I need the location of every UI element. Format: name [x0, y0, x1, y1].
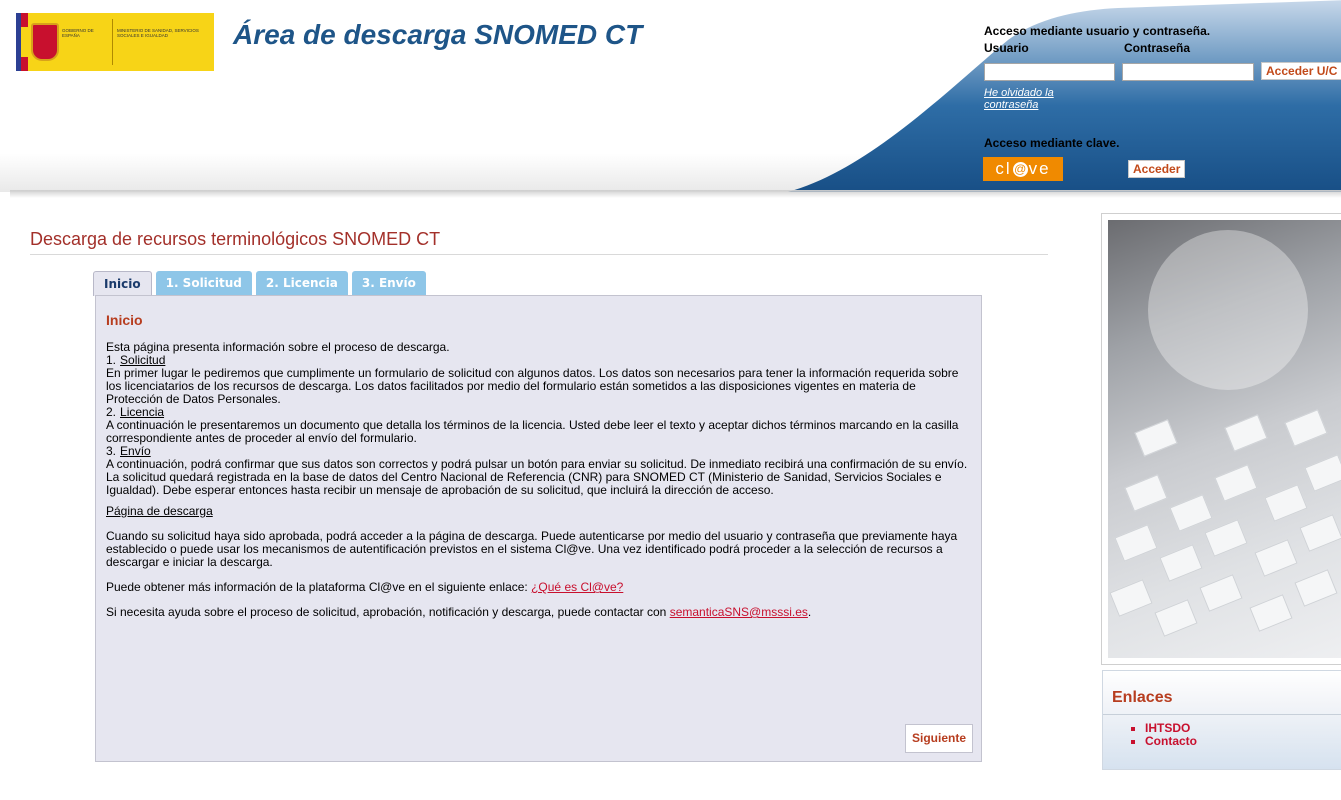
- tab-inicio[interactable]: Inicio: [93, 271, 152, 296]
- business-cards-image: [1108, 220, 1341, 658]
- step-number: 2.: [106, 405, 117, 419]
- tab-solicitud[interactable]: 1. Solicitud: [155, 271, 252, 295]
- clave-info-link[interactable]: ¿Qué es Cl@ve?: [531, 580, 623, 594]
- login-heading: Acceso mediante usuario y contraseña.: [984, 24, 1211, 38]
- help-text: Si necesita ayuda sobre el proceso de so…: [106, 605, 670, 619]
- links-list: IHTSDO Contacto: [1103, 722, 1341, 748]
- help-suffix: .: [807, 605, 812, 619]
- step-label: Licencia: [120, 405, 165, 419]
- step-label: Solicitud: [120, 353, 166, 367]
- sidebar-photo: [1101, 213, 1341, 665]
- coat-of-arms-icon: [28, 13, 62, 71]
- at-icon: @: [1012, 161, 1028, 177]
- clave-access-button[interactable]: Acceder: [1128, 160, 1186, 178]
- section-title: Inicio: [106, 312, 143, 328]
- logo-divider: [112, 19, 113, 65]
- eu-flag-icon: [16, 13, 28, 71]
- clave-heading: Acceso mediante clave.: [984, 136, 1120, 150]
- links-divider: [1103, 714, 1341, 715]
- help-info: Si necesita ayuda sobre el proceso de so…: [106, 606, 971, 619]
- tab-licencia[interactable]: 2. Licencia: [255, 271, 348, 295]
- next-button[interactable]: Siguiente: [904, 724, 973, 753]
- user-input[interactable]: [984, 63, 1115, 81]
- tab-content-panel: Inicio Esta página presenta información …: [95, 295, 982, 762]
- step-description: A continuación le presentaremos un docum…: [106, 418, 959, 445]
- download-description: Cuando su solicitud haya sido aprobada, …: [106, 529, 958, 569]
- clave-info: Puede obtener más información de la plat…: [106, 581, 971, 594]
- clave-logo[interactable]: cl @ ve: [983, 157, 1063, 181]
- user-label: Usuario: [984, 41, 1029, 55]
- password-input[interactable]: [1122, 63, 1254, 81]
- link-contacto[interactable]: Contacto: [1145, 735, 1341, 748]
- forgot-password-link[interactable]: He olvidado la contraseña: [984, 87, 1064, 111]
- page-heading: Descarga de recursos terminológicos SNOM…: [30, 229, 1048, 255]
- logo-ministry-text: MINISTERIO DE SANIDAD, SERVICIOS SOCIALE…: [117, 28, 199, 38]
- links-panel: Enlaces IHTSDO Contacto: [1102, 670, 1341, 770]
- logo-government-text: GOBIERNO DE ESPAÑA: [62, 28, 94, 38]
- step-number: 3.: [106, 444, 117, 458]
- tab-bar: Inicio 1. Solicitud 2. Licencia 3. Envío: [93, 271, 430, 296]
- clave-info-text: Puede obtener más información de la plat…: [106, 580, 532, 594]
- links-heading: Enlaces: [1112, 689, 1173, 706]
- step-number: 1.: [106, 353, 117, 367]
- step-description: A continuación, podrá confirmar que sus …: [106, 457, 968, 497]
- help-email-link[interactable]: semanticaSNS@msssi.es: [670, 605, 808, 619]
- site-title: Área de descarga SNOMED CT: [233, 19, 643, 50]
- login-submit-button[interactable]: Acceder U/C: [1261, 62, 1341, 80]
- step-label: Envío: [120, 444, 151, 458]
- tab-envio[interactable]: 3. Envío: [351, 271, 426, 295]
- intro-text: Esta página presenta información sobre e…: [106, 340, 450, 354]
- download-heading: Página de descarga: [106, 504, 213, 518]
- header-shadow: [10, 190, 1341, 198]
- government-logo[interactable]: GOBIERNO DE ESPAÑA MINISTERIO DE SANIDAD…: [16, 13, 214, 71]
- step-description: En primer lugar le pediremos que cumplim…: [106, 366, 959, 406]
- password-label: Contraseña: [1124, 41, 1191, 55]
